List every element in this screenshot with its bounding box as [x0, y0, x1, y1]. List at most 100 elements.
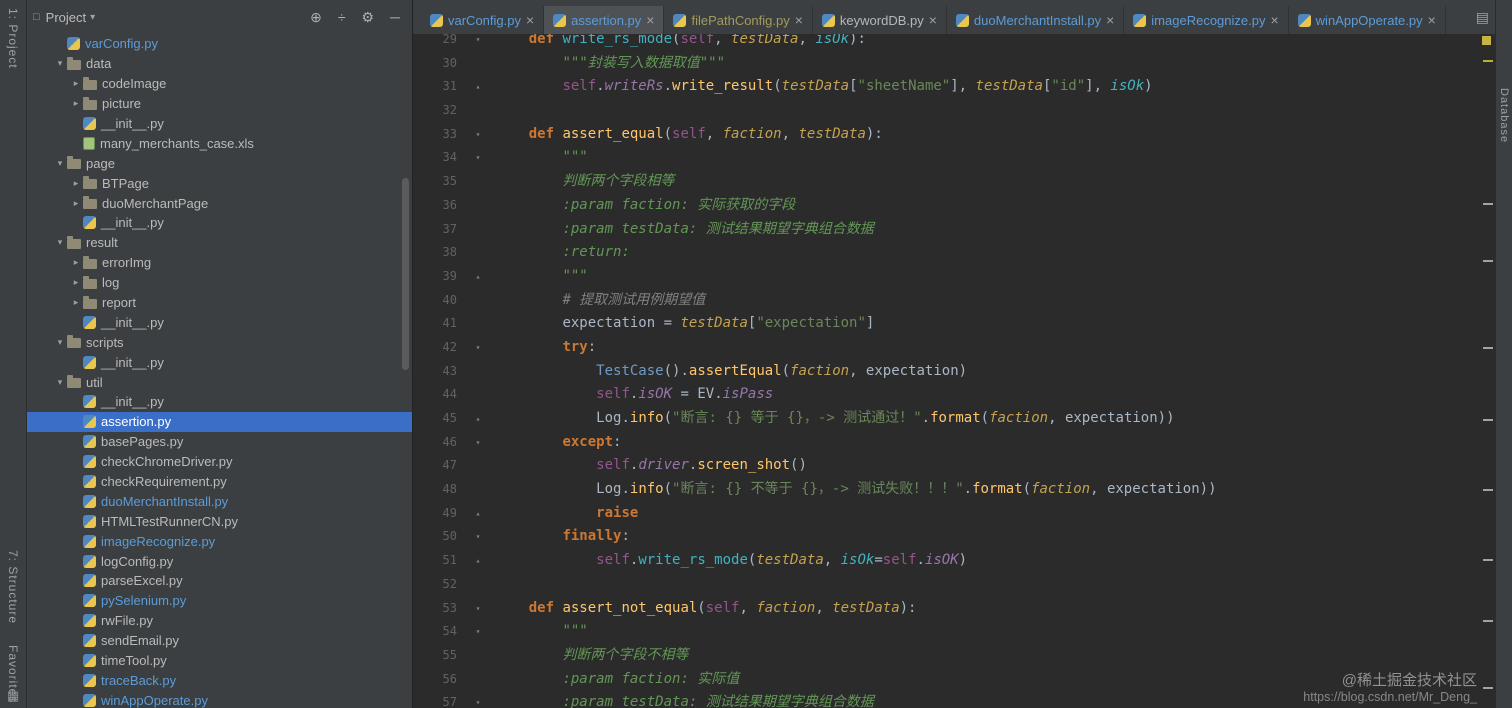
editor[interactable]: 29 ▾ def write_rs_mode(self, testData, is… — [413, 34, 1495, 708]
settings-gear-icon[interactable]: ⚙ — [362, 9, 375, 26]
chevron-down-icon[interactable]: ▾ — [53, 337, 67, 348]
tree-item-page[interactable]: ▾ page — [27, 153, 412, 173]
stripe-mark[interactable] — [1483, 203, 1493, 205]
code-line[interactable]: 43 TestCase().assertEqual(faction, expec… — [413, 360, 1495, 384]
stripe-mark[interactable] — [1483, 687, 1493, 689]
code-line[interactable]: 45 ▴ Log.info("断言: {} 等于 {}，-> 测试通过！".for… — [413, 407, 1495, 431]
locate-file-icon[interactable]: ⊕ — [310, 9, 322, 26]
code-line[interactable]: 40 # 提取测试用例期望值 — [413, 289, 1495, 313]
fold-up-icon[interactable]: ▴ — [461, 549, 495, 573]
tree-item-basePages.py[interactable]: basePages.py — [27, 432, 412, 452]
close-icon[interactable]: × — [526, 13, 534, 27]
tree-item-traceBack.py[interactable]: traceBack.py — [27, 671, 412, 691]
tree-item-checkRequirement.py[interactable]: checkRequirement.py — [27, 472, 412, 492]
chevron-down-icon[interactable]: ▾ — [90, 12, 95, 23]
tool-button-project[interactable]: 1: Project — [6, 8, 20, 69]
tab-duoMerchantInstall.py[interactable]: duoMerchantInstall.py × — [947, 6, 1125, 34]
chevron-down-icon[interactable]: ▾ — [53, 237, 67, 248]
tree-item-timeTool.py[interactable]: timeTool.py — [27, 651, 412, 671]
tool-windows-icon[interactable]: ▦ — [7, 688, 19, 704]
code-line[interactable]: 49 ▴ raise — [413, 502, 1495, 526]
stripe-mark[interactable] — [1483, 60, 1493, 62]
tree-item-errorImg[interactable]: ▸ errorImg — [27, 253, 412, 273]
fold-down-icon[interactable]: ▾ — [461, 336, 495, 360]
fold-down-icon[interactable]: ▾ — [461, 597, 495, 621]
tree-item-imageRecognize.py[interactable]: imageRecognize.py — [27, 531, 412, 551]
chevron-right-icon[interactable]: ▸ — [69, 98, 83, 109]
tree-item-pySelenium.py[interactable]: pySelenium.py — [27, 591, 412, 611]
tab-filePathConfig.py[interactable]: filePathConfig.py × — [664, 6, 813, 34]
stripe-mark[interactable] — [1483, 347, 1493, 349]
code-line[interactable]: 36 :param faction: 实际获取的字段 — [413, 194, 1495, 218]
tree-item-picture[interactable]: ▸ picture — [27, 94, 412, 114]
tree-item-assertion.py[interactable]: assertion.py — [27, 411, 412, 432]
fold-up-icon[interactable]: ▴ — [461, 265, 495, 289]
chevron-down-icon[interactable]: ▾ — [53, 58, 67, 69]
tree-item-BTPage[interactable]: ▸ BTPage — [27, 173, 412, 193]
tab-keywordDB.py[interactable]: keywordDB.py × — [813, 6, 947, 34]
tool-button-database[interactable]: Database — [1498, 88, 1510, 143]
close-icon[interactable]: × — [795, 13, 803, 27]
tree-item-logConfig.py[interactable]: logConfig.py — [27, 551, 412, 571]
tree-item-duoMerchantPage[interactable]: ▸ duoMerchantPage — [27, 193, 412, 213]
code-line[interactable]: 37 :param testData: 测试结果期望字典组合数据 — [413, 218, 1495, 242]
code-line[interactable]: 30 """封装写入数据取值""" — [413, 52, 1495, 76]
close-icon[interactable]: × — [1106, 13, 1114, 27]
code-line[interactable]: 31 ▴ self.writeRs.write_result(testData["… — [413, 75, 1495, 99]
chevron-right-icon[interactable]: ▸ — [69, 78, 83, 89]
fold-down-icon[interactable]: ▾ — [461, 34, 495, 52]
tab-imageRecognize.py[interactable]: imageRecognize.py × — [1124, 6, 1289, 34]
code-line[interactable]: 51 ▴ self.write_rs_mode(testData, isOk=se… — [413, 549, 1495, 573]
stripe-mark[interactable] — [1483, 620, 1493, 622]
tab-winAppOperate.py[interactable]: winAppOperate.py × — [1289, 6, 1446, 34]
chevron-down-icon[interactable]: ▾ — [53, 377, 67, 388]
code-line[interactable]: 35 判断两个字段相等 — [413, 170, 1495, 194]
code-line[interactable]: 39 ▴ """ — [413, 265, 1495, 289]
tree-item-scripts[interactable]: ▾ scripts — [27, 332, 412, 352]
stripe-mark[interactable] — [1483, 419, 1493, 421]
tree-item-HTMLTestRunnerCN.py[interactable]: HTMLTestRunnerCN.py — [27, 511, 412, 531]
fold-down-icon[interactable]: ▾ — [461, 123, 495, 147]
code-line[interactable]: 50 ▾ finally: — [413, 525, 1495, 549]
fold-up-icon[interactable]: ▴ — [461, 75, 495, 99]
tab-varConfig.py[interactable]: varConfig.py × — [421, 6, 545, 34]
tree-item-__init__.py[interactable]: __init__.py — [27, 312, 412, 332]
code-line[interactable]: 54 ▾ """ — [413, 620, 1495, 644]
tree-item-rwFile.py[interactable]: rwFile.py — [27, 611, 412, 631]
fold-up-icon[interactable]: ▴ — [461, 407, 495, 431]
tree-item-__init__.py[interactable]: __init__.py — [27, 352, 412, 372]
tree-item-parseExcel.py[interactable]: parseExcel.py — [27, 571, 412, 591]
stripe-mark[interactable] — [1483, 559, 1493, 561]
fold-down-icon[interactable]: ▾ — [461, 146, 495, 170]
fold-up-icon[interactable]: ▴ — [461, 502, 495, 526]
close-icon[interactable]: × — [929, 13, 937, 27]
tree-item-util[interactable]: ▾ util — [27, 372, 412, 392]
tree-scrollbar[interactable] — [402, 178, 409, 370]
tree-item-sendEmail.py[interactable]: sendEmail.py — [27, 631, 412, 651]
chevron-right-icon[interactable]: ▸ — [69, 257, 83, 268]
code-line[interactable]: 47 self.driver.screen_shot() — [413, 454, 1495, 478]
code-line[interactable]: 29 ▾ def write_rs_mode(self, testData, is… — [413, 34, 1495, 52]
tree-item-varConfig.py[interactable]: varConfig.py — [27, 34, 412, 54]
code-line[interactable]: 42 ▾ try: — [413, 336, 1495, 360]
stripe-mark[interactable] — [1483, 489, 1493, 491]
tree-item-log[interactable]: ▸ log — [27, 273, 412, 293]
tree-item-report[interactable]: ▸ report — [27, 293, 412, 313]
tree-item-__init__.py[interactable]: __init__.py — [27, 213, 412, 233]
code-line[interactable]: 32 — [413, 99, 1495, 123]
tree-item-checkChromeDriver.py[interactable]: checkChromeDriver.py — [27, 452, 412, 472]
project-view-selector[interactable]: Project — [46, 10, 86, 25]
chevron-down-icon[interactable]: ▾ — [53, 158, 67, 169]
code-line[interactable]: 41 expectation = testData["expectation"] — [413, 312, 1495, 336]
hide-panel-icon[interactable]: ─ — [390, 9, 400, 26]
code-line[interactable]: 53 ▾ def assert_not_equal(self, faction, … — [413, 597, 1495, 621]
tab-list-icon[interactable]: ▤ — [1476, 9, 1489, 26]
chevron-right-icon[interactable]: ▸ — [69, 297, 83, 308]
fold-down-icon[interactable]: ▾ — [461, 525, 495, 549]
stripe-mark[interactable] — [1483, 260, 1493, 262]
collapse-all-icon[interactable]: ÷ — [338, 9, 346, 26]
chevron-right-icon[interactable]: ▸ — [69, 198, 83, 209]
code-line[interactable]: 44 self.isOK = EV.isPass — [413, 383, 1495, 407]
tree-item-codeImage[interactable]: ▸ codeImage — [27, 74, 412, 94]
tree-item-winAppOperate.py[interactable]: winAppOperate.py — [27, 690, 412, 708]
